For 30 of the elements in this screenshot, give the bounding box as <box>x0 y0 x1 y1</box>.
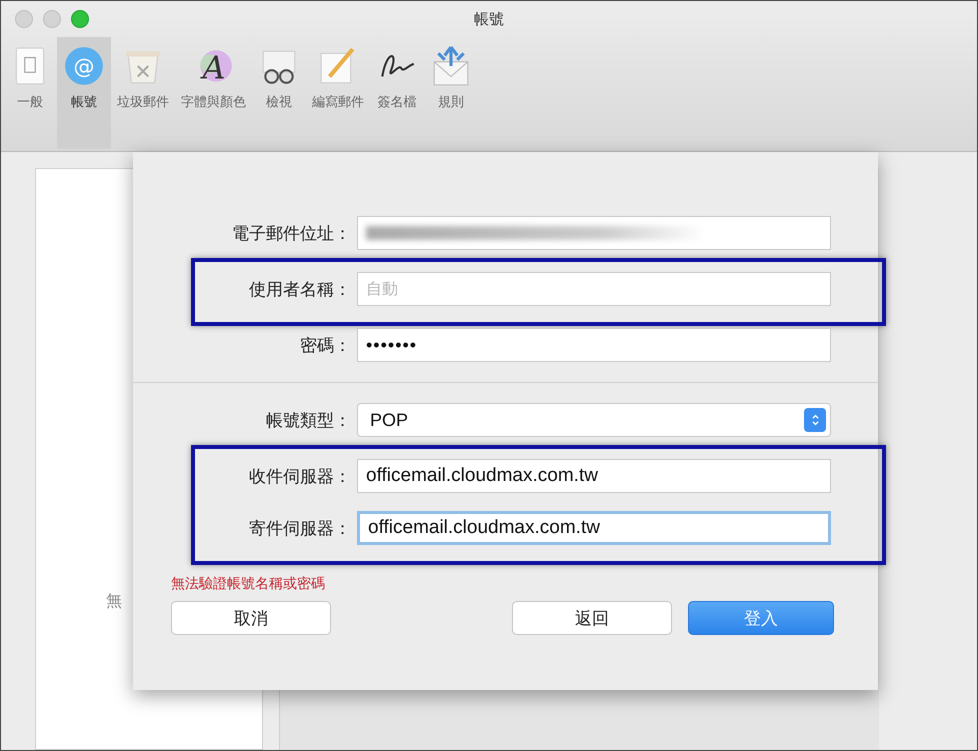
email-field[interactable] <box>357 216 831 250</box>
window-title: 帳號 <box>474 10 504 28</box>
error-message: 無法驗證帳號名稱或密碼 <box>171 576 325 592</box>
dialog-button[interactable]: 取消 <box>171 601 331 635</box>
toolbar-tab[interactable]: 規則 <box>424 37 478 149</box>
minimize-button[interactable] <box>43 10 61 28</box>
account-type-select[interactable]: POP <box>357 403 831 437</box>
toolbar-tab[interactable]: @ 帳號 <box>57 37 111 149</box>
toolbar-tab[interactable]: 一般 <box>3 37 57 149</box>
field-label: 收件伺服器： <box>248 466 352 488</box>
dialog-button[interactable]: 返回 <box>512 601 672 635</box>
toolbar-tab[interactable]: 垃圾郵件 <box>111 37 175 149</box>
zoom-button[interactable] <box>71 10 89 28</box>
toolbar-tab[interactable]: 檢視 <box>252 37 306 149</box>
field-label: 密碼： <box>299 334 352 356</box>
input-field[interactable]: 自動 <box>357 272 831 306</box>
toolbar-tab[interactable]: A 字體與顏色 <box>175 37 252 149</box>
stepper-icon <box>804 408 826 432</box>
input-field[interactable]: officemail.cloudmax.com.tw <box>357 511 831 545</box>
field-label: 使用者名稱： <box>248 278 352 300</box>
list-placeholder-text: 無 <box>106 591 122 612</box>
at-sign-icon: @ <box>63 45 105 87</box>
toolbar-tab[interactable]: 編寫郵件 <box>306 37 370 149</box>
field-label: 寄件伺服器： <box>248 518 352 540</box>
field-label: 電子郵件位址： <box>231 222 352 244</box>
password-field[interactable]: ••••••• <box>357 328 831 362</box>
toolbar-tab[interactable]: 簽名檔 <box>370 37 424 149</box>
field-label: 帳號類型： <box>265 410 352 432</box>
close-button[interactable] <box>15 10 33 28</box>
input-field[interactable]: officemail.cloudmax.com.tw <box>357 459 831 493</box>
